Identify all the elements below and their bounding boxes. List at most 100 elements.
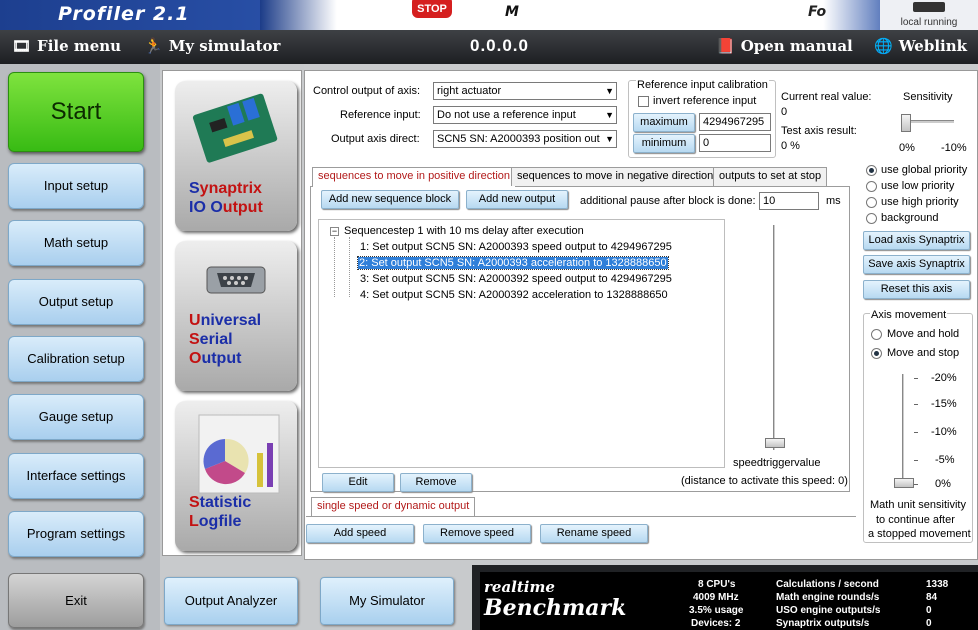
start-button[interactable]: Start — [8, 72, 144, 152]
sensitivity-note-line: to continue after — [876, 514, 955, 526]
tab-negative-direction[interactable]: sequences to move in negative direction — [511, 167, 720, 186]
reference-input-select[interactable]: Do not use a reference input ▼ — [433, 106, 617, 124]
axis-movement-slider-track — [902, 374, 905, 486]
my-simulator-label: My simulator — [168, 37, 281, 55]
add-sequence-block-button[interactable]: Add new sequence block — [321, 190, 459, 209]
nav-output-setup[interactable]: Output setup — [8, 279, 144, 325]
load-axis-button[interactable]: Load axis Synaptrix — [863, 231, 970, 250]
move-stop-radio[interactable] — [871, 348, 882, 359]
app-title: Profiler 2.1 — [58, 3, 190, 25]
maximum-button[interactable]: maximum — [633, 113, 695, 132]
sensitivity-slider-thumb[interactable] — [901, 114, 911, 132]
nav-input-setup[interactable]: Input setup — [8, 163, 144, 209]
priority-high-label: use high priority — [881, 196, 959, 208]
pause-field[interactable]: 10 — [759, 192, 819, 210]
sensitivity-note-line: a stopped movement — [868, 528, 971, 540]
serial-port-icon — [206, 266, 266, 294]
sensitivity-max-label: -10% — [941, 142, 967, 154]
remove-button[interactable]: Remove — [400, 473, 472, 492]
file-menu[interactable]: 🎞 File menu — [12, 37, 121, 55]
output-axis-select[interactable]: SCN5 SN: A2000393 position out ▼ — [433, 130, 617, 148]
module-title-part: erial — [199, 331, 233, 348]
banner-word: M — [505, 4, 519, 20]
priority-low-radio[interactable] — [866, 181, 877, 192]
invert-reference-checkbox[interactable] — [638, 96, 649, 107]
film-icon: 🎞 — [12, 37, 32, 55]
priority-background-label: background — [881, 212, 939, 224]
scale-tick — [914, 484, 918, 485]
dropdown-arrow-icon: ▼ — [605, 134, 614, 144]
remove-speed-button[interactable]: Remove speed — [423, 524, 531, 543]
sequence-tree[interactable]: − Sequencestep 1 with 10 ms delay after … — [318, 219, 725, 492]
collapse-toggle-icon[interactable]: − — [330, 227, 339, 236]
metric-label: Synaptrix outputs/s — [776, 618, 870, 629]
local-running-label: local running — [900, 17, 958, 28]
output-analyzer-button[interactable]: Output Analyzer — [164, 577, 298, 625]
tree-item[interactable]: 1: Set output SCN5 SN: A2000393 speed ou… — [359, 241, 673, 253]
speedtrigger-note: (distance to activate this speed: 0) — [681, 475, 848, 487]
my-simulator-menu[interactable]: 🏃 My simulator — [144, 37, 280, 55]
tab-outputs-at-stop[interactable]: outputs to set at stop — [713, 167, 828, 186]
nav-interface-settings[interactable]: Interface settings — [8, 453, 144, 499]
minimum-field[interactable]: 0 — [699, 134, 771, 152]
module-title-part: utput — [201, 350, 242, 367]
cpu-usage: 3.5% usage — [689, 605, 744, 616]
metric-value: 84 — [926, 592, 938, 603]
my-simulator-button[interactable]: My Simulator — [320, 577, 454, 625]
pause-label: additional pause after block is done: — [580, 195, 756, 207]
rename-speed-button[interactable]: Rename speed — [540, 524, 648, 543]
sensitivity-min-label: 0% — [899, 142, 915, 154]
tab-positive-direction[interactable]: sequences to move in positive direction — [312, 167, 516, 187]
module-title-part: S — [189, 494, 200, 511]
move-hold-radio[interactable] — [871, 329, 882, 340]
control-axis-select[interactable]: right actuator ▼ — [433, 82, 617, 100]
module-title-part: utput — [222, 199, 263, 216]
current-value: 0 — [781, 106, 788, 118]
metric-label: Calculations / second — [776, 579, 879, 590]
menu-bar: 🎞 File menu 🏃 My simulator 0.0.0.0 📕 Ope… — [0, 30, 978, 64]
tree-root-item[interactable]: Sequencestep 1 with 10 ms delay after ex… — [343, 225, 585, 237]
weblink-label: Weblink — [898, 37, 968, 55]
edit-button[interactable]: Edit — [322, 473, 394, 492]
test-axis-label: Test axis result: — [781, 125, 857, 137]
module-title-part: S — [189, 180, 200, 197]
tree-item[interactable]: 3: Set output SCN5 SN: A2000392 speed ou… — [359, 273, 673, 285]
module-title-part: L — [189, 513, 199, 530]
reference-input-label: Reference input: — [340, 109, 421, 121]
tree-item[interactable]: 4: Set output SCN5 SN: A2000392 accelera… — [359, 289, 669, 301]
weblink-menu[interactable]: 🌐 Weblink — [874, 37, 967, 55]
nav-calibration-setup[interactable]: Calibration setup — [8, 336, 144, 382]
banner-artwork — [260, 0, 900, 30]
priority-high-radio[interactable] — [866, 197, 877, 208]
open-manual-menu[interactable]: 📕 Open manual — [716, 37, 853, 55]
local-running-indicator: local running — [880, 0, 978, 30]
priority-global-radio[interactable] — [866, 165, 877, 176]
tab-single-speed[interactable]: single speed or dynamic output — [311, 497, 476, 517]
speedtrigger-slider-thumb[interactable] — [765, 438, 785, 448]
module-title-part: O — [189, 350, 202, 367]
minimum-button[interactable]: minimum — [633, 134, 695, 153]
axis-movement-slider-thumb[interactable] — [894, 478, 914, 488]
current-value-label: Current real value: — [781, 91, 872, 103]
speedtrigger-slider-track — [773, 225, 776, 450]
nav-math-setup[interactable]: Math setup — [8, 220, 144, 266]
module-synaptrix-io-output[interactable]: Synaptrix IO Output — [175, 81, 297, 231]
maximum-field[interactable]: 4294967295 — [699, 113, 771, 131]
metric-value: 0 — [926, 618, 932, 629]
tree-item-selected[interactable]: 2: Set output SCN5 SN: A2000393 accelera… — [357, 256, 669, 270]
nav-gauge-setup[interactable]: Gauge setup — [8, 394, 144, 440]
priority-background-radio[interactable] — [866, 213, 877, 224]
add-speed-button[interactable]: Add speed — [306, 524, 414, 543]
save-axis-button[interactable]: Save axis Synaptrix — [863, 255, 970, 274]
test-axis-value: 0 % — [781, 140, 800, 152]
nav-program-settings[interactable]: Program settings — [8, 511, 144, 557]
metric-label: USO engine outputs/s — [776, 605, 881, 616]
metric-value: 0 — [926, 605, 932, 616]
reset-axis-button[interactable]: Reset this axis — [863, 280, 970, 299]
module-statistic-logfile[interactable]: Statistic Logfile — [175, 401, 297, 551]
module-title-part: S — [189, 331, 200, 348]
pause-unit: ms — [826, 195, 841, 207]
exit-button[interactable]: Exit — [8, 573, 144, 628]
module-universal-serial-output[interactable]: Universal Serial Output — [175, 241, 297, 391]
add-output-button[interactable]: Add new output — [466, 190, 568, 209]
